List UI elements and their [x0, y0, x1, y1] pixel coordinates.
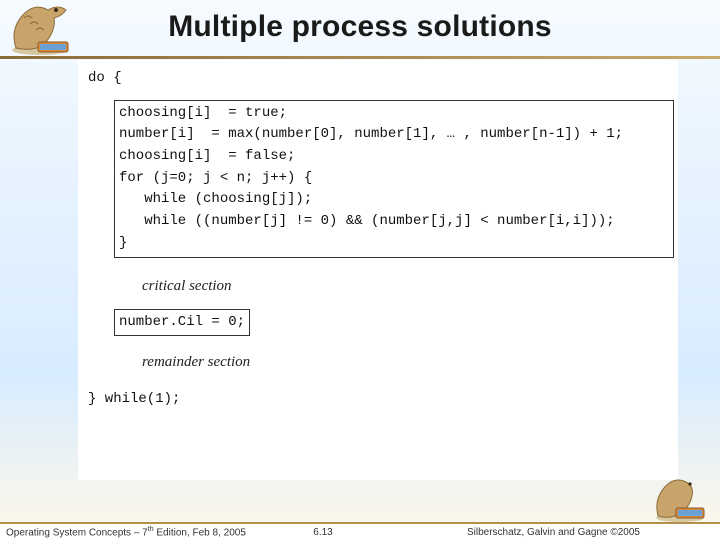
do-open: do {	[88, 68, 668, 90]
footer: Operating System Concepts – 7th Edition,…	[0, 522, 720, 540]
footer-slide-number: 6.13	[303, 527, 342, 538]
do-close: } while(1);	[88, 389, 668, 411]
slide-content: do { choosing[i] = true; number[i] = max…	[78, 60, 678, 480]
page-title: Multiple process solutions	[0, 10, 720, 44]
remainder-section-label: remainder section	[142, 354, 668, 371]
code-block-bakery: choosing[i] = true; number[i] = max(numb…	[114, 100, 674, 258]
code-line: while ((number[j] != 0) && (number[j,j] …	[119, 211, 669, 233]
code-block-reset: number.Cil = 0;	[114, 309, 250, 337]
code-line: number[i] = max(number[0], number[1], … …	[119, 124, 669, 146]
footer-year: 2005	[618, 527, 640, 538]
dino-logo-bottom	[648, 474, 712, 522]
footer-left: Operating System Concepts – 7th Edition,…	[0, 526, 303, 538]
code-line: while (choosing[j]);	[119, 189, 669, 211]
footer-authors: Silberschatz, Galvin and Gagne	[467, 527, 610, 538]
code-line: }	[119, 233, 669, 255]
critical-section-label: critical section	[142, 278, 668, 295]
code-line: choosing[i] = true;	[119, 103, 669, 125]
header-divider	[0, 56, 720, 59]
code-line: number.Cil = 0;	[119, 314, 245, 330]
footer-book-prefix: Operating System Concepts – 7	[6, 527, 148, 538]
footer-right: Silberschatz, Galvin and Gagne ©2005	[343, 527, 720, 538]
footer-copyright-symbol: ©	[610, 527, 617, 538]
code-line: for (j=0; j < n; j++) {	[119, 168, 669, 190]
code-line: choosing[i] = false;	[119, 146, 669, 168]
footer-book-suffix: Edition, Feb 8, 2005	[154, 527, 246, 538]
